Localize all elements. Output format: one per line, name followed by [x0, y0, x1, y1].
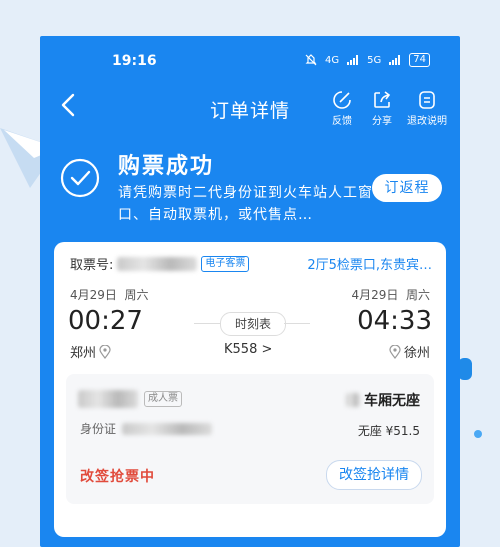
id-row: 身份证 [80, 420, 213, 437]
status-icons: 4G 5G 74 [305, 53, 430, 67]
info-icon [419, 91, 435, 109]
schedule-line-right [284, 323, 310, 324]
departure-weekday: 周六 [124, 288, 149, 302]
train-number-link[interactable]: K558 > [224, 342, 272, 357]
departure-station-name: 郑州 [70, 346, 97, 361]
seat-price: 无座 ¥51.5 [357, 424, 420, 438]
pickup-number-row: 取票号: 电子客票 [70, 254, 250, 273]
feedback-label: 反馈 [332, 116, 352, 127]
decoration-blob [458, 358, 472, 380]
passenger-name-row: 成人票 [78, 390, 182, 408]
rebooking-detail-button[interactable]: 改签抢详情 [326, 460, 422, 490]
departure-station: 郑州 [70, 342, 111, 361]
passenger-panel: 成人票 身份证 车厢无座 无座 ¥51.5 改签抢票中 改签抢详情 [66, 374, 434, 504]
signal-bars-icon-2 [389, 55, 401, 65]
carriage-redacted [346, 393, 360, 407]
gate-info-link[interactable]: 2厅5检票口,东贵宾… [307, 254, 432, 273]
location-pin-icon-2 [389, 344, 401, 359]
share-label: 分享 [372, 116, 392, 127]
arrival-station: 徐州 [389, 342, 430, 361]
rebooking-status: 改签抢票中 [80, 469, 155, 485]
arrival-date: 4月29日 周六 [351, 286, 430, 303]
signal-bars-icon [347, 55, 359, 65]
signal-4g: 4G [325, 54, 340, 66]
adult-ticket-tag: 成人票 [144, 391, 182, 407]
feedback-icon [333, 91, 351, 109]
refund-rules-label: 退改说明 [407, 116, 447, 127]
id-number-redacted [122, 422, 213, 435]
mute-icon [305, 54, 317, 66]
seat-info: 车厢无座 [346, 390, 420, 410]
pickup-label: 取票号: [70, 258, 114, 273]
id-label: 身份证 [80, 422, 117, 436]
decoration-dot [474, 430, 482, 438]
signal-5g: 5G [367, 54, 382, 66]
success-heading: 购票成功 [118, 154, 215, 179]
feedback-button[interactable]: 反馈 [322, 90, 362, 127]
departure-date-text: 4月29日 [70, 288, 117, 302]
share-icon [374, 91, 391, 108]
share-button[interactable]: 分享 [362, 90, 402, 127]
status-time: 19:16 [112, 53, 157, 69]
battery-icon: 74 [409, 53, 430, 67]
arrival-date-text: 4月29日 [351, 288, 399, 302]
departure-time: 00:27 [68, 306, 143, 336]
success-banner: 购票成功 请凭购票时二代身份证到火车站人工窗口、自动取票机，或代售点… 订返程 [58, 144, 458, 234]
location-pin-icon [99, 344, 111, 359]
phone-screen: 19:16 4G 5G 74 订单详情 反馈 分享 退改说明 购票成功 请凭购票… [40, 36, 460, 547]
return-ticket-button[interactable]: 订返程 [372, 174, 442, 202]
schedule-line-left [194, 323, 220, 324]
check-circle-icon [60, 158, 100, 198]
status-bar: 19:16 4G 5G 74 [40, 36, 460, 84]
arrival-station-name: 徐州 [403, 346, 430, 361]
refund-rules-button[interactable]: 退改说明 [402, 90, 452, 127]
timetable-button[interactable]: 时刻表 [220, 312, 286, 336]
ticket-card: 取票号: 电子客票 2厅5检票口,东贵宾… 4月29日 周六 4月29日 周六 … [54, 242, 446, 537]
carriage-text: 车厢无座 [364, 393, 420, 409]
passenger-name-redacted [78, 390, 138, 408]
departure-date: 4月29日 周六 [70, 286, 149, 303]
pickup-number-redacted [117, 256, 198, 271]
e-ticket-tag: 电子客票 [201, 255, 250, 272]
success-description: 请凭购票时二代身份证到火车站人工窗口、自动取票机，或代售点… [118, 185, 373, 223]
arrival-time: 04:33 [357, 306, 432, 336]
nav-bar: 订单详情 反馈 分享 退改说明 [40, 84, 460, 134]
arrival-weekday: 周六 [405, 288, 430, 302]
